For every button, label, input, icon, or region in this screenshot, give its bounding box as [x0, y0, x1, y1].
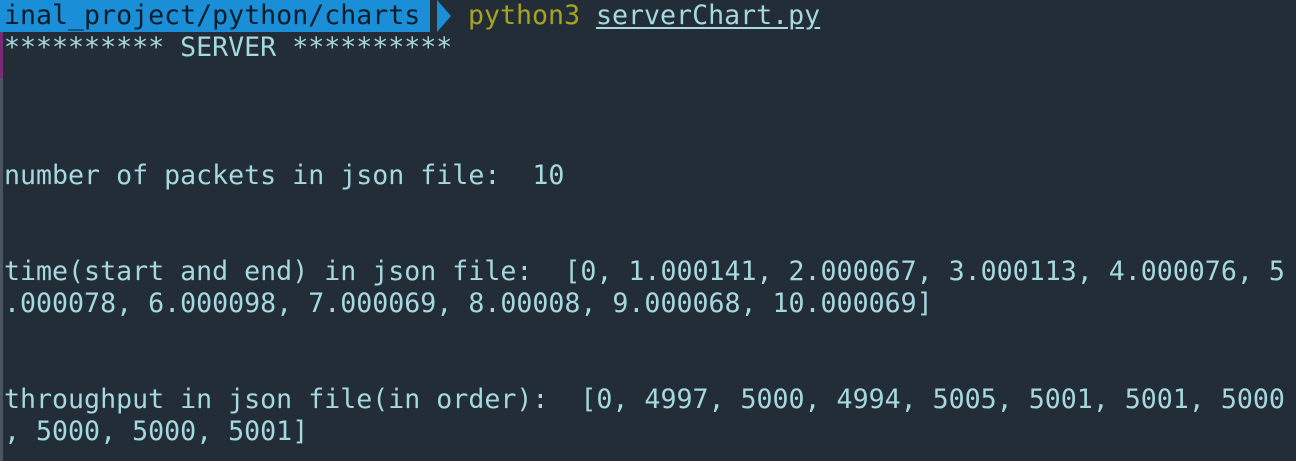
throughput-line-2: , 5000, 5000, 5001] [4, 416, 309, 447]
terminal-window[interactable]: inal_project/python/charts python3 serve… [0, 0, 1296, 461]
time-line-1: time(start and end) in json file: [0, 1.… [4, 256, 1285, 287]
prompt-path: inal_project/python/charts [0, 0, 431, 32]
time-line-2: .000078, 6.000098, 7.000069, 8.00008, 9.… [4, 288, 933, 319]
packets-count-line: number of packets in json file: 10 [4, 160, 565, 191]
prompt-arrow-icon [437, 0, 451, 32]
command-argument[interactable]: serverChart.py [596, 0, 820, 32]
server-banner: ********** SERVER ********** [4, 32, 453, 63]
throughput-line-1: throughput in json file(in order): [0, 4… [4, 384, 1285, 415]
prompt-line: inal_project/python/charts python3 serve… [0, 0, 820, 32]
command-executable: python3 [468, 0, 581, 31]
